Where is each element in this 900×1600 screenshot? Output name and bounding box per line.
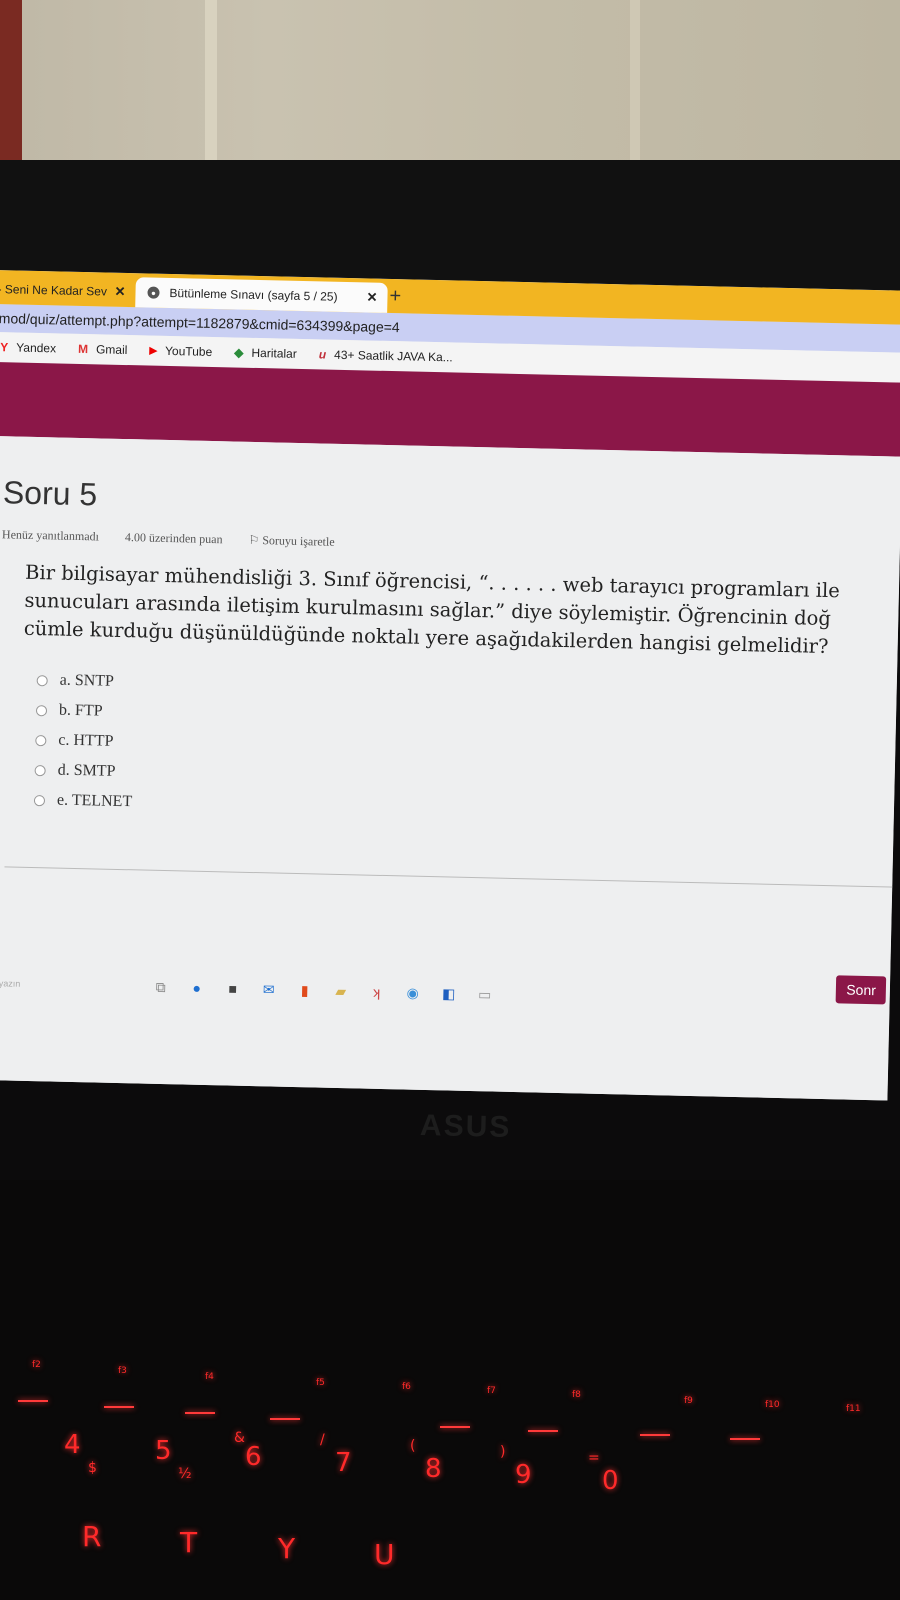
store-icon[interactable]: ■ [224,979,242,997]
key-backlight [440,1426,470,1428]
key-5-sub: ½ [178,1466,192,1482]
taskbar-search[interactable]: aya yazın [0,978,152,992]
question-status: Henüz yanıtlanmadı [1,527,100,544]
answer-label: b. FTP [58,701,103,720]
bookmark-yandex[interactable]: Y Yandex [0,340,56,355]
key-7-sub: / [320,1432,325,1448]
bookmark-gmail[interactable]: M Gmail [78,342,128,357]
keyboard: f2 f3 f4 f5 f6 f7 f8 f9 f10 f11 4 5 6 7 … [0,1180,900,1600]
bookmark-label: Yandex [16,340,57,356]
answer-list: a. SNTP b. FTP c. HTTP d. SMTP e. TELNET [33,665,897,834]
key-backlight [528,1430,558,1432]
close-icon[interactable]: ✕ [114,284,125,300]
question-title: Soru 5 [2,474,98,513]
radio-button[interactable] [35,704,48,716]
edge-icon[interactable]: ● [188,979,206,997]
youtube-icon: ▶ [149,345,158,357]
key-0: 0 [602,1466,619,1496]
key-f10: f10 [765,1400,780,1410]
key-4: 4 [64,1430,81,1460]
asus-logo: ASUS [419,1108,512,1145]
tab-quiz[interactable]: ● Bütünleme Sınavı (sayfa 5 / 25) ✕ [135,277,388,313]
generic-app-icon[interactable]: ▭ [475,985,493,1003]
answer-label: d. SMTP [57,761,116,780]
windows-taskbar: aya yazın ⧉ ● ■ ✉ ▮ ▰ ʞ ◉ ◧ ▭ [0,970,890,1017]
answer-label: e. TELNET [56,791,133,811]
flag-label: Soruyu işaretle [262,533,335,549]
key-backlight [104,1406,134,1408]
radio-button[interactable] [35,734,47,746]
question-text: Bir bilgisayar mühendisliği 3. Sınıf öğr… [24,559,900,663]
question-info: Henüz yanıtlanmadı 4.00 üzerinden puan ⚐… [2,527,900,562]
app-icon[interactable]: ʞ [368,983,386,1001]
key-y: Y [278,1532,296,1565]
key-f6: f6 [402,1382,411,1392]
key-f3: f3 [118,1366,127,1376]
room-edge [0,0,22,160]
key-f11: f11 [846,1404,861,1414]
key-6: 6 [245,1442,262,1472]
key-9: 9 [515,1460,532,1490]
key-backlight [270,1418,300,1420]
key-r: R [82,1520,102,1553]
key-f7: f7 [487,1386,496,1396]
key-0-sub: = [588,1450,600,1466]
bookmark-label: Haritalar [251,345,297,361]
key-backlight [18,1400,48,1402]
key-f9: f9 [684,1396,693,1406]
task-view-icon[interactable]: ⧉ [152,978,170,996]
key-f5: f5 [316,1378,325,1388]
key-4-sub: $ [88,1460,97,1476]
radio-button[interactable] [33,794,46,806]
quiz-content: Soru 5 Henüz yanıtlanmadı 4.00 üzerinden… [0,435,900,1101]
flag-icon: ⚐ [248,532,260,548]
file-explorer-icon[interactable]: ▰ [332,982,350,1000]
bookmark-label: 43+ Saatlik JAVA Ka... [333,347,453,365]
bookmark-java-course[interactable]: u 43+ Saatlik JAVA Ka... [319,347,453,364]
bookmark-label: YouTube [164,343,213,359]
bookmark-label: Gmail [95,342,128,358]
yandex-icon: Y [0,340,9,355]
quiz-footer: Sonr aya yazın ⧉ ● ■ ✉ ▮ ▰ ʞ ◉ ◧ ▭ [0,936,891,1017]
key-u: U [374,1538,395,1571]
moodle-icon: ● [147,286,160,299]
key-7: 7 [335,1448,352,1478]
gmail-icon: M [77,341,89,357]
divider [4,866,900,888]
notification-app-icon[interactable]: ◧ [440,984,458,1002]
key-5: 5 [155,1436,172,1466]
mail-icon[interactable]: ✉ [260,980,278,998]
key-9-sub: ) [500,1444,506,1460]
udemy-icon: u [318,347,327,362]
chrome-icon[interactable]: ◉ [404,983,422,1001]
radio-button[interactable] [36,674,48,686]
bookmark-maps[interactable]: ◆ Haritalar [234,345,297,360]
key-f4: f4 [205,1372,214,1382]
office-icon[interactable]: ▮ [296,981,314,999]
key-backlight [730,1438,760,1440]
key-t: T [180,1526,198,1559]
key-f8: f8 [572,1390,581,1400]
key-backlight [640,1434,670,1436]
tab-label: Bütünleme Sınavı (sayfa 5 / 25) [169,285,338,304]
bookmark-youtube[interactable]: ▶ YouTube [149,344,212,359]
flag-question-link[interactable]: ⚐ Soruyu işaretle [248,533,334,550]
key-8: 8 [425,1454,442,1484]
answer-label: a. SNTP [59,671,115,690]
key-backlight [185,1412,215,1414]
new-tab-button[interactable]: + [389,285,401,308]
tab-label: - Seni Ne Kadar Sev [0,282,108,299]
close-icon[interactable]: ✕ [366,289,377,305]
answer-label: c. HTTP [58,731,114,750]
maps-icon: ◆ [234,345,244,360]
question-points: 4.00 üzerinden puan [124,530,223,547]
door-frame [205,0,217,170]
laptop-screen: - Seni Ne Kadar Sev ✕ ● Bütünleme Sınavı… [0,270,900,1101]
key-f2: f2 [32,1360,41,1370]
tab-music[interactable]: - Seni Ne Kadar Sev ✕ [0,274,136,307]
key-6-sub: & [234,1430,245,1446]
key-8-sub: ( [410,1438,416,1454]
radio-button[interactable] [34,764,46,776]
